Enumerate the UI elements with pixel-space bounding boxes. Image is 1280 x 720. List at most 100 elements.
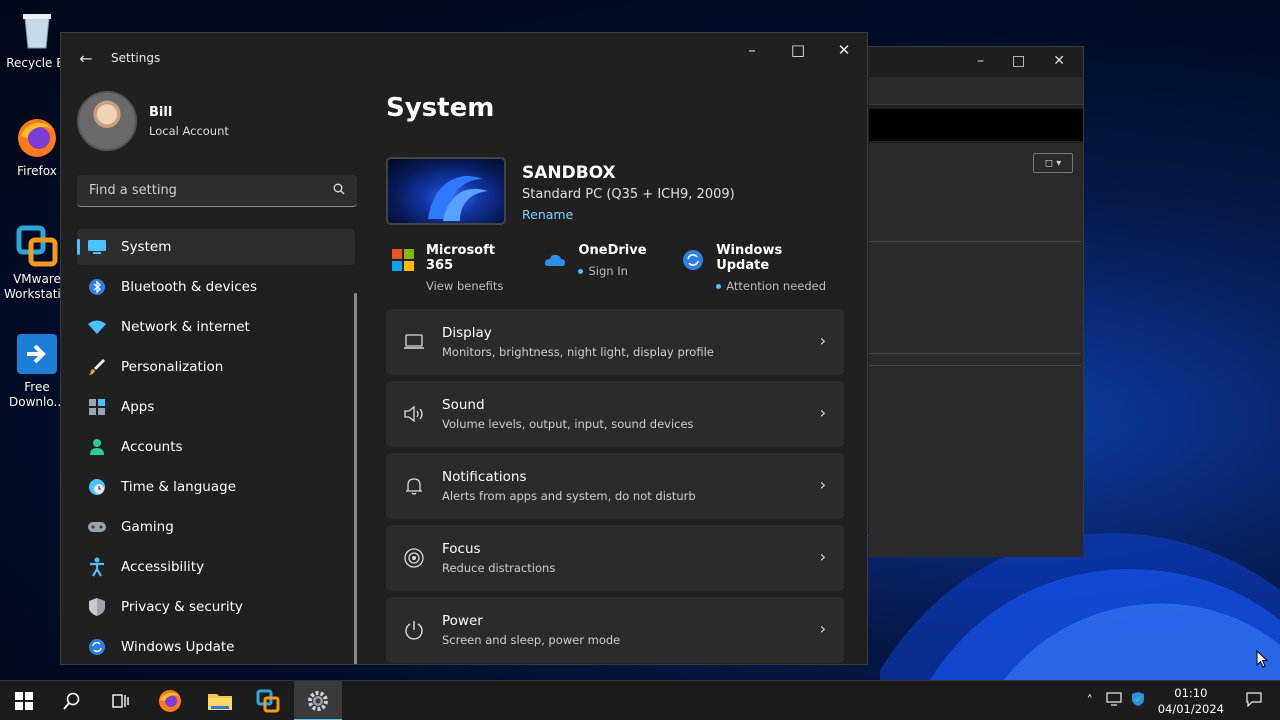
nav-item-label: Privacy & security [121, 599, 243, 615]
nav-item-privacy-security[interactable]: Privacy & security [77, 589, 355, 625]
card-subtitle: Monitors, brightness, night light, displ… [442, 345, 714, 359]
taskbar-firefox[interactable] [146, 681, 194, 720]
maximize-icon[interactable]: □ [1012, 53, 1025, 69]
nav-item-apps[interactable]: Apps [77, 389, 355, 425]
toolbar-strip [869, 77, 1083, 105]
desktop-icon-label: Recycle Bi [6, 56, 68, 70]
taskbar: ˄ 01:10 04/01/2024 [0, 680, 1280, 720]
start-button[interactable] [0, 681, 48, 720]
card-subtitle: Screen and sleep, power mode [442, 633, 621, 647]
avatar [77, 91, 137, 151]
chevron-up-icon[interactable]: ˄ [1078, 694, 1102, 709]
address-strip [869, 109, 1083, 141]
taskbar-search-button[interactable] [48, 681, 96, 720]
folder-icon [208, 694, 232, 710]
nav-item-bluetooth[interactable]: Bluetooth & devices [77, 269, 355, 305]
nav-item-label: Windows Update [121, 639, 235, 655]
service-windows-update[interactable]: Windows Update Attention needed [676, 243, 827, 293]
service-title: OneDrive [578, 243, 647, 258]
chevron-right-icon: › [819, 547, 826, 566]
main-content: System SANDBOX Standard PC (Q35 + ICH9, … [386, 83, 844, 664]
firefox-icon [159, 690, 181, 712]
notification-icon[interactable] [1242, 691, 1266, 711]
search-input[interactable]: Find a setting [77, 175, 357, 207]
card-display[interactable]: Display Monitors, brightness, night light… [386, 309, 844, 375]
device-name: SANDBOX [522, 163, 616, 183]
card-title: Focus [442, 541, 481, 557]
update-icon [87, 637, 107, 657]
service-onedrive[interactable]: OneDrive Sign In [538, 243, 660, 293]
background-window[interactable]: – □ ✕ ◻ ▾ [862, 46, 1084, 557]
card-title: Power [442, 613, 483, 629]
close-button[interactable]: ✕ [821, 33, 867, 67]
service-status: Sign In [588, 264, 628, 278]
nav-item-system[interactable]: System [77, 229, 355, 265]
brush-icon [87, 357, 107, 377]
card-sound[interactable]: Sound Volume levels, output, input, sound… [386, 381, 844, 447]
desktop-icon-label: Free Downlo... [9, 380, 65, 409]
card-title: Display [442, 325, 492, 341]
minimize-button[interactable]: – [729, 33, 775, 67]
nav-item-personalization[interactable]: Personalization [77, 349, 355, 385]
vmware-icon [256, 689, 280, 713]
card-title: Notifications [442, 469, 527, 485]
taskbar-vmware[interactable] [244, 681, 292, 720]
firefox-icon [15, 116, 59, 160]
nav-item-label: Apps [121, 399, 155, 415]
status-dot [716, 284, 722, 289]
card-notifications[interactable]: Notifications Alerts from apps and system… [386, 453, 844, 519]
nav-list: System Bluetooth & devices Network & int… [77, 229, 355, 664]
minimize-icon[interactable]: – [977, 53, 984, 69]
power-icon [386, 619, 442, 641]
microsoft-logo-icon [392, 249, 414, 271]
service-microsoft-365[interactable]: Microsoft 365 View benefits [386, 243, 522, 293]
page-title: System [386, 93, 495, 123]
nav-item-accounts[interactable]: Accounts [77, 429, 355, 465]
search-icon [63, 692, 80, 710]
user-profile[interactable]: Bill Local Account [77, 91, 229, 151]
account-type: Local Account [149, 123, 229, 138]
nav-item-label: Bluetooth & devices [121, 279, 258, 295]
user-name: Bill [149, 104, 173, 120]
nav-item-label: Personalization [121, 359, 224, 375]
close-icon[interactable]: ✕ [1053, 53, 1065, 69]
desktop-icon-label: Firefox [17, 164, 57, 178]
nav-item-windows-update[interactable]: Windows Update [77, 629, 355, 664]
download-manager-icon [15, 332, 59, 376]
device-model: Standard PC (Q35 + ICH9, 2009) [522, 187, 735, 202]
nav-item-network[interactable]: Network & internet [77, 309, 355, 345]
shield-icon [87, 597, 107, 617]
sidebar-scrollbar[interactable] [354, 293, 357, 664]
gear-icon [308, 691, 328, 711]
network-icon[interactable] [1102, 692, 1126, 710]
view-dropdown[interactable]: ◻ ▾ [1033, 153, 1073, 173]
sidebar: Bill Local Account Find a setting System… [61, 83, 361, 664]
clock[interactable]: 01:10 04/01/2024 [1158, 685, 1224, 717]
divider [869, 241, 1081, 242]
service-status: View benefits [426, 279, 504, 293]
settings-window: ← Settings – □ ✕ Bill Local Account Find… [60, 32, 868, 665]
security-shield-icon[interactable] [1126, 691, 1150, 711]
recycle-bin-icon [15, 8, 59, 52]
nav-item-gaming[interactable]: Gaming [77, 509, 355, 545]
mouse-cursor-icon [1256, 649, 1269, 672]
card-focus[interactable]: Focus Reduce distractions › [386, 525, 844, 591]
system-tray: ˄ 01:10 04/01/2024 [1078, 681, 1280, 720]
back-arrow-icon[interactable]: ← [61, 49, 111, 68]
maximize-button[interactable]: □ [775, 33, 821, 67]
apps-icon [87, 397, 107, 417]
windows-logo-icon [15, 692, 33, 710]
taskbar-settings[interactable] [294, 681, 342, 720]
content-panel [869, 143, 1083, 557]
nav-item-time-language[interactable]: Time & language [77, 469, 355, 505]
task-view-button[interactable] [96, 681, 144, 720]
rename-link[interactable]: Rename [522, 207, 735, 222]
chevron-right-icon: › [819, 475, 826, 494]
chevron-right-icon: › [819, 331, 826, 350]
monitor-icon [87, 237, 107, 257]
speaker-icon [386, 405, 442, 423]
card-power[interactable]: Power Screen and sleep, power mode › [386, 597, 844, 663]
taskbar-file-explorer[interactable] [196, 681, 244, 720]
update-icon [682, 249, 704, 271]
nav-item-accessibility[interactable]: Accessibility [77, 549, 355, 585]
